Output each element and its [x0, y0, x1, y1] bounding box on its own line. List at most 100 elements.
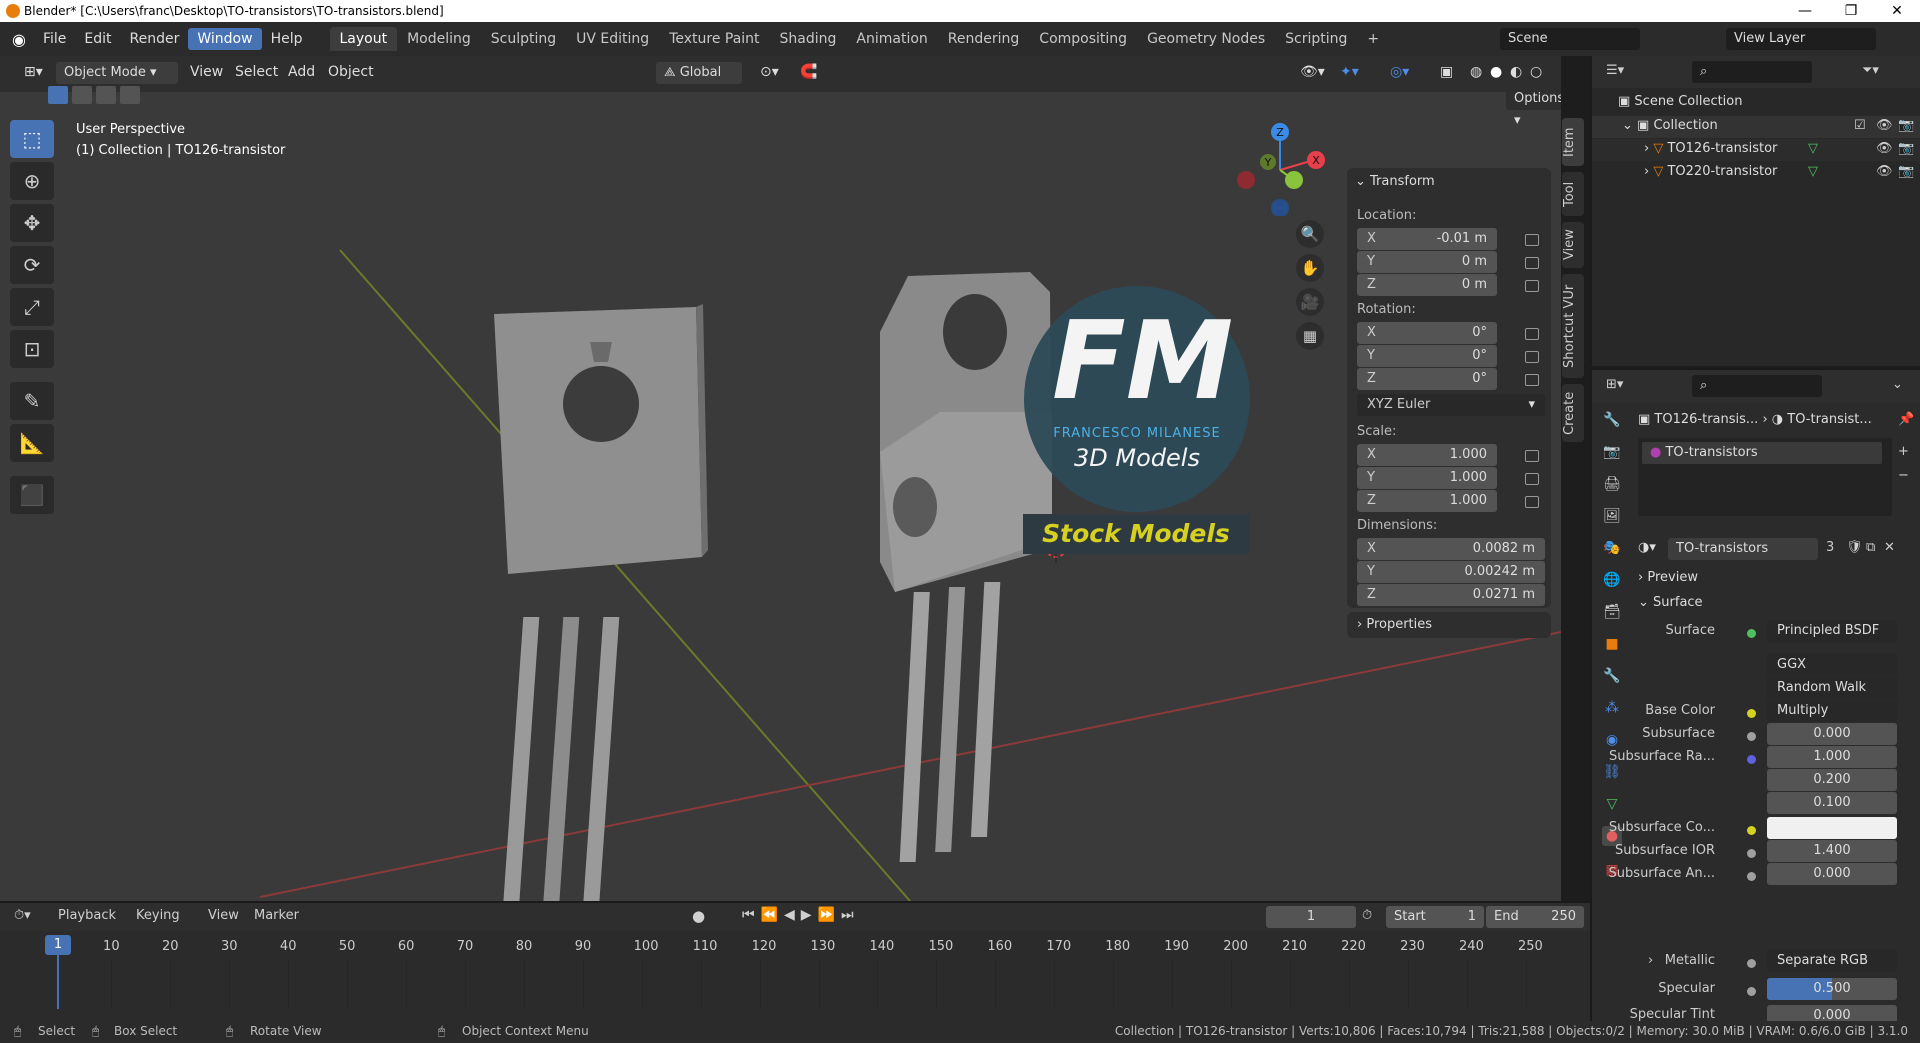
measure-tool[interactable]: 📐 [10, 424, 54, 462]
lock-icon[interactable] [1525, 280, 1539, 292]
camera-icon[interactable]: 📷 [1898, 164, 1914, 179]
sidetab-create[interactable]: Create [1562, 384, 1584, 442]
location-y-field[interactable]: Y0 m [1357, 251, 1497, 273]
gizmo-toggle-icon[interactable]: ✦▾ [1340, 64, 1359, 80]
sidetab-view[interactable]: View [1562, 222, 1584, 268]
dimensions-y-field[interactable]: Y 0.00242 m [1357, 561, 1545, 583]
base-color-input[interactable]: Multiply [1767, 700, 1897, 722]
subsurface-ior-field[interactable]: 1.400 [1767, 840, 1897, 862]
tab-modeling[interactable]: Modeling [397, 27, 481, 51]
perspective-toggle-icon[interactable]: ▦ [1296, 322, 1324, 350]
outliner-item-to220[interactable]: › ▽ TO220-transistor ▽ 👁 📷 [1592, 162, 1920, 184]
outliner-search-input[interactable]: ⌕ [1692, 61, 1812, 83]
lock-icon[interactable] [1525, 328, 1539, 340]
lock-icon[interactable] [1525, 257, 1539, 269]
checkbox-icon[interactable]: ☑ [1854, 118, 1866, 133]
shading-wireframe-icon[interactable]: ◍ [1470, 64, 1482, 80]
location-z-field[interactable]: Z0 m [1357, 274, 1497, 296]
menu-help[interactable]: Help [262, 28, 312, 50]
menu-file[interactable]: File [34, 28, 75, 50]
blender-menu-icon[interactable]: ◉ [12, 30, 26, 49]
chevron-down-icon[interactable]: ⌄ [1892, 377, 1903, 392]
tab-compositing[interactable]: Compositing [1029, 27, 1137, 51]
properties-subpanel-header[interactable]: › Properties [1347, 612, 1551, 638]
tab-texture-paint[interactable]: Texture Paint [659, 27, 769, 51]
subsurface-radius-z[interactable]: 0.100 [1767, 792, 1897, 814]
duplicate-icon[interactable]: ⧉ [1866, 540, 1875, 555]
lock-icon[interactable] [1525, 374, 1539, 386]
scene-collection-row[interactable]: ▣ Scene Collection [1618, 94, 1743, 109]
mode-selector[interactable]: Object Mode ▾ [56, 62, 178, 84]
properties-search-input[interactable]: ⌕ [1692, 375, 1822, 397]
visibility-icon[interactable]: 👁▾ [1300, 64, 1325, 80]
transform-tool[interactable]: ⊡ [10, 330, 54, 368]
lock-icon[interactable] [1525, 496, 1539, 508]
snap-icon[interactable]: 🧲 [800, 64, 817, 80]
rotation-y-field[interactable]: Y 0° [1357, 345, 1497, 367]
specular-tint-field[interactable]: 0.000 [1767, 1005, 1897, 1021]
subsurface-color-swatch[interactable] [1767, 817, 1897, 839]
material-browse-icon[interactable]: ◑▾ [1638, 540, 1656, 555]
material-slot-item[interactable]: ● TO-transistors [1642, 442, 1882, 464]
rotate-tool[interactable]: ⟳ [10, 246, 54, 284]
menu-render[interactable]: Render [121, 28, 189, 50]
preview-section-header[interactable]: › Preview [1638, 570, 1918, 585]
subsurface-radius-x[interactable]: 1.000 [1767, 746, 1897, 768]
editor-type-icon[interactable]: ⊞▾ [1606, 377, 1623, 392]
tab-animation[interactable]: Animation [846, 27, 937, 51]
modifier-tab-icon[interactable]: 🔧 [1602, 666, 1622, 686]
transform-header[interactable]: ⌄ Transform [1355, 174, 1435, 189]
scene-tab-icon[interactable]: 🎭 [1602, 538, 1622, 558]
collection-tab-icon[interactable]: 🗃 [1602, 602, 1622, 622]
rotation-mode-selector[interactable]: XYZ Euler ▾ [1357, 394, 1545, 416]
pin-icon[interactable]: 📌 [1898, 412, 1914, 427]
scale-y-field[interactable]: Y 1.000 [1357, 467, 1497, 489]
xray-icon[interactable]: ▣ [1440, 64, 1453, 80]
subsurface-field[interactable]: 0.000 [1767, 723, 1897, 745]
dimensions-z-field[interactable]: Z 0.0271 m [1357, 584, 1545, 606]
add-slot-icon[interactable]: + [1898, 444, 1909, 459]
surface-shader-selector[interactable]: Principled BSDF [1767, 620, 1897, 642]
render-tab-icon[interactable]: 📷 [1602, 442, 1622, 462]
physics-tab-icon[interactable]: ◉ [1602, 730, 1622, 750]
constraints-tab-icon[interactable]: ⛓ [1602, 762, 1622, 782]
eye-icon[interactable]: 👁 [1876, 164, 1893, 179]
world-tab-icon[interactable]: 🌐 [1602, 570, 1622, 590]
tab-scripting[interactable]: Scripting [1275, 27, 1357, 51]
add-workspace-button[interactable]: + [1357, 27, 1389, 51]
menu-view[interactable]: View [190, 64, 223, 80]
pivot-icon[interactable]: ⊙▾ [760, 64, 779, 80]
lock-icon[interactable] [1525, 351, 1539, 363]
location-x-field[interactable]: X -0.01 m [1357, 228, 1497, 250]
3d-viewport[interactable]: ⊞▾ Object Mode ▾ View Select Add Object … [0, 56, 1561, 901]
eye-icon[interactable]: 👁 [1876, 118, 1893, 133]
scale-x-field[interactable]: X 1.000 [1357, 444, 1497, 466]
eye-icon[interactable]: 👁 [1876, 141, 1893, 156]
lock-icon[interactable] [1525, 473, 1539, 485]
subsurface-radius-y[interactable]: 0.200 [1767, 769, 1897, 791]
data-tab-icon[interactable]: ▽ [1602, 794, 1622, 814]
unlink-icon[interactable]: ✕ [1884, 540, 1895, 555]
scale-tool[interactable]: ⤢ [10, 288, 54, 326]
collection-row[interactable]: ⌄ ▣ Collection ☑ 👁 📷 [1592, 116, 1920, 138]
surface-section-header[interactable]: ⌄ Surface [1638, 595, 1918, 610]
editor-type-icon[interactable]: ☰▾ [1606, 63, 1624, 78]
lock-icon[interactable] [1525, 450, 1539, 462]
camera-icon[interactable]: 📷 [1898, 141, 1914, 156]
rotation-x-field[interactable]: X 0° [1357, 322, 1497, 344]
tool-tab-icon[interactable]: 🔧 [1602, 410, 1622, 430]
annotate-tool[interactable]: ✎ [10, 382, 54, 420]
distribution-selector[interactable]: GGX [1767, 654, 1897, 676]
scene-selector[interactable]: Scene [1500, 28, 1640, 50]
tab-shading[interactable]: Shading [770, 27, 847, 51]
camera-icon[interactable]: 📷 [1898, 118, 1914, 133]
shading-solid-icon[interactable]: ● [1490, 64, 1502, 80]
timeline-ruler[interactable]: 1102030405060708090100110120130140150160… [0, 903, 1590, 1009]
add-cube-tool[interactable]: ⬛ [10, 476, 54, 514]
close-button[interactable]: ✕ [1874, 0, 1920, 22]
minimize-button[interactable]: — [1782, 0, 1828, 22]
menu-object[interactable]: Object [328, 64, 374, 80]
output-tab-icon[interactable]: 🖨 [1602, 474, 1622, 494]
editor-type-icon[interactable]: ⊞▾ [24, 64, 43, 80]
tab-geometry-nodes[interactable]: Geometry Nodes [1137, 27, 1275, 51]
